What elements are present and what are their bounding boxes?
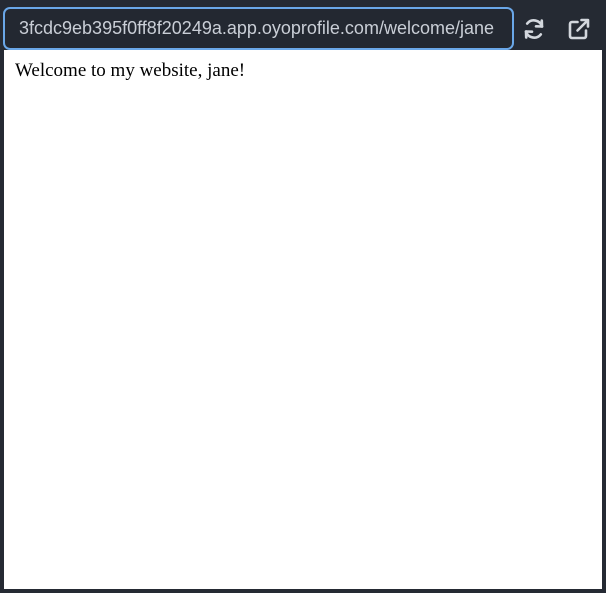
refresh-button[interactable] <box>517 12 551 46</box>
preview-window: 3fcdc9eb395f0ff8f20249a.app.oyoprofile.c… <box>0 0 606 593</box>
refresh-icon <box>522 17 546 41</box>
external-link-icon <box>567 17 591 41</box>
welcome-message: Welcome to my website, jane! <box>15 60 246 81</box>
page-viewport: Welcome to my website, jane! <box>4 50 602 589</box>
url-address-bar[interactable]: 3fcdc9eb395f0ff8f20249a.app.oyoprofile.c… <box>3 7 514 50</box>
open-in-new-tab-button[interactable] <box>562 12 596 46</box>
address-toolbar: 3fcdc9eb395f0ff8f20249a.app.oyoprofile.c… <box>0 0 606 50</box>
